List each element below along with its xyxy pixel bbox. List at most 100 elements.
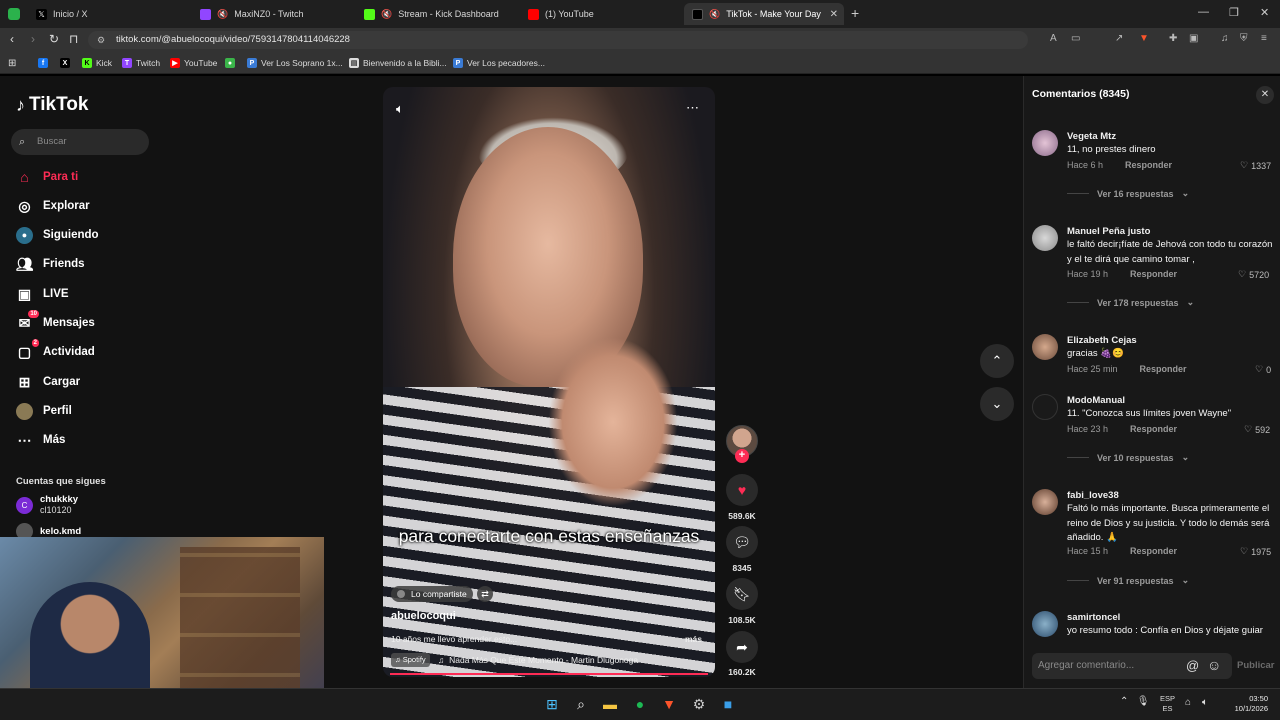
description-more-button[interactable]: más — [685, 634, 702, 644]
mute-icon[interactable]: 🔇 — [709, 9, 720, 20]
minimize-button[interactable]: — — [1198, 6, 1209, 18]
windows-start-icon[interactable]: ⊞ — [542, 694, 562, 714]
nav-live[interactable]: ▣ LIVE — [16, 284, 69, 304]
view-replies-button[interactable]: Ver 91 respuestas ⌄ — [1067, 575, 1189, 586]
video-username[interactable]: abuelocoqui — [391, 610, 456, 622]
bookmark-icon[interactable]: ⊓ — [69, 32, 78, 46]
comment-user[interactable]: Vegeta Mtz — [1067, 131, 1116, 142]
following-account[interactable]: C chukkky cl10120 — [16, 494, 78, 516]
reply-button[interactable]: Responder — [1130, 269, 1177, 279]
close-window-button[interactable]: ✕ — [1260, 6, 1269, 19]
nav-mensajes[interactable]: ✉ 10 Mensajes — [16, 309, 95, 333]
search-input[interactable]: ⌕ Buscar — [11, 129, 149, 155]
network-icon[interactable]: ⌂ — [1185, 697, 1191, 708]
music-track[interactable]: ♫ Nada Más Que Este Momento - Martin Dlu… — [438, 653, 638, 667]
view-replies-button[interactable]: Ver 16 respuestas ⌄ — [1067, 188, 1189, 199]
sidebar-icon[interactable]: ▣ — [1189, 33, 1198, 44]
comment-user[interactable]: Manuel Peña justo — [1067, 226, 1150, 237]
menu-icon[interactable]: ≡ — [1261, 33, 1267, 44]
new-tab-button[interactable]: + — [851, 5, 859, 21]
reply-button[interactable]: Responder — [1130, 424, 1177, 434]
comment-button[interactable]: 💬︎ — [726, 526, 758, 558]
comment-user[interactable]: fabi_love38 — [1067, 490, 1119, 501]
spotify-badge[interactable]: ♫ Spotify — [391, 653, 430, 667]
nav-mas[interactable]: ⋯ Más — [16, 430, 66, 450]
bookmark-youtube[interactable]: ▶ YouTube — [170, 56, 217, 70]
x-bookmark[interactable]: X — [60, 56, 70, 70]
nav-para-ti[interactable]: ⌂ Para ti — [16, 167, 78, 187]
previous-video-button[interactable]: ⌃ — [980, 344, 1014, 378]
shared-badge[interactable]: Lo compartiste — [391, 586, 473, 602]
avatar[interactable] — [1032, 225, 1058, 251]
like-button[interactable]: ♥ — [726, 474, 758, 506]
comment-user[interactable]: Elizabeth Cejas — [1067, 335, 1137, 346]
comment-like[interactable]: ♡ 592 — [1244, 424, 1275, 435]
search-icon[interactable]: ⌕ — [571, 694, 591, 714]
close-icon[interactable]: ✕ — [1256, 86, 1274, 104]
brave-shield-icon[interactable]: ▼ — [1139, 33, 1149, 44]
nav-friends[interactable]: 👥︎ Friends — [16, 254, 85, 274]
follow-plus-button[interactable]: + — [735, 449, 749, 463]
comment-input[interactable]: Agregar comentario... — [1032, 653, 1232, 679]
nav-actividad[interactable]: ▢ 2 Actividad — [16, 338, 95, 362]
file-explorer-icon[interactable]: ▬ — [600, 694, 620, 714]
forward-icon[interactable]: › — [31, 32, 35, 46]
next-video-button[interactable]: ⌄ — [980, 387, 1014, 421]
comment-like[interactable]: ♡ 1975 — [1240, 546, 1275, 557]
vpn-icon[interactable]: ⛨ — [1240, 33, 1248, 44]
bookmark-kick[interactable]: K Kick — [82, 56, 112, 70]
speaker-icon[interactable]: 🔈︎ — [1202, 697, 1208, 708]
tab-youtube[interactable]: (1) YouTube — [520, 3, 680, 25]
tab-kick[interactable]: 🔇 Stream - Kick Dashboard — [356, 3, 516, 25]
view-replies-button[interactable]: Ver 178 respuestas ⌄ — [1067, 297, 1194, 308]
bookmark-twitch[interactable]: T Twitch — [122, 56, 160, 70]
bookmark-biblioteca[interactable]: ▤ Bienvenido a la Bibli... — [349, 56, 447, 70]
reply-button[interactable]: Responder — [1125, 160, 1172, 170]
share-icon[interactable]: ↗ — [1115, 33, 1123, 44]
video-options-icon[interactable]: ⋯ — [686, 100, 700, 116]
media-icon[interactable]: ♫ — [1221, 33, 1229, 44]
facebook-bookmark[interactable]: f — [38, 56, 48, 70]
bookmark-app[interactable]: ● — [225, 56, 235, 70]
comment-user[interactable]: samirtoncel — [1067, 612, 1120, 623]
brave-icon[interactable]: ▼ — [659, 694, 679, 714]
url-field[interactable]: ⚙ tiktok.com/@abuelocoqui/video/75931478… — [88, 31, 1028, 49]
volume-icon[interactable]: 🔈︎ — [396, 101, 404, 117]
mute-icon[interactable]: 🔇 — [381, 9, 392, 20]
repost-icon[interactable]: ⇄ — [477, 586, 493, 602]
nav-siguiendo[interactable]: ● Siguiendo — [16, 225, 99, 245]
spotify-icon[interactable]: ● — [630, 694, 650, 714]
extensions-icon[interactable]: ✚ — [1169, 33, 1177, 44]
avatar[interactable] — [1032, 334, 1058, 360]
mute-icon[interactable]: 🔇 — [217, 9, 228, 20]
reply-button[interactable]: Responder — [1140, 364, 1187, 374]
system-tray[interactable]: ⌃ 🎙︎ — [1120, 696, 1149, 707]
translate-icon[interactable]: A — [1050, 33, 1057, 44]
emoji-icon[interactable]: ☺ — [1207, 657, 1221, 673]
cast-icon[interactable]: ▭ — [1071, 33, 1080, 44]
share-button[interactable]: ➦ — [726, 631, 758, 663]
language-indicator[interactable]: ESP ES — [1160, 694, 1175, 714]
site-settings-icon[interactable]: ⚙ — [97, 31, 105, 49]
avatar[interactable] — [1032, 489, 1058, 515]
nav-explorar[interactable]: ◎ Explorar — [16, 196, 89, 216]
comment-like[interactable]: ♡ 5720 — [1238, 269, 1275, 280]
browser-profile-icon[interactable] — [8, 8, 20, 20]
tab-x[interactable]: 𝕏 Inicio / X — [28, 3, 188, 25]
comment-like[interactable]: ♡ 0 — [1255, 364, 1275, 375]
save-button[interactable]: 🔖︎ — [726, 578, 758, 610]
nav-perfil[interactable]: Perfil — [16, 401, 72, 421]
comment-like[interactable]: ♡ 1337 — [1240, 160, 1275, 171]
back-icon[interactable]: ‹ — [10, 32, 14, 46]
reply-button[interactable]: Responder — [1130, 546, 1177, 556]
video-progress-bar[interactable] — [390, 673, 708, 675]
nav-cargar[interactable]: ⊞ Cargar — [16, 372, 80, 392]
tab-tiktok[interactable]: 🔇 TikTok - Make Your Day ✕ — [684, 3, 844, 25]
settings-icon[interactable]: ⚙ — [689, 694, 709, 714]
view-replies-button[interactable]: Ver 10 respuestas ⌄ — [1067, 452, 1189, 463]
mention-icon[interactable]: @ — [1186, 658, 1199, 673]
avatar[interactable] — [1032, 130, 1058, 156]
tiktok-logo[interactable]: ♪ TikTok — [16, 94, 88, 116]
camera-app-icon[interactable]: ■ — [718, 694, 738, 714]
close-tab-icon[interactable]: ✕ — [830, 9, 838, 20]
